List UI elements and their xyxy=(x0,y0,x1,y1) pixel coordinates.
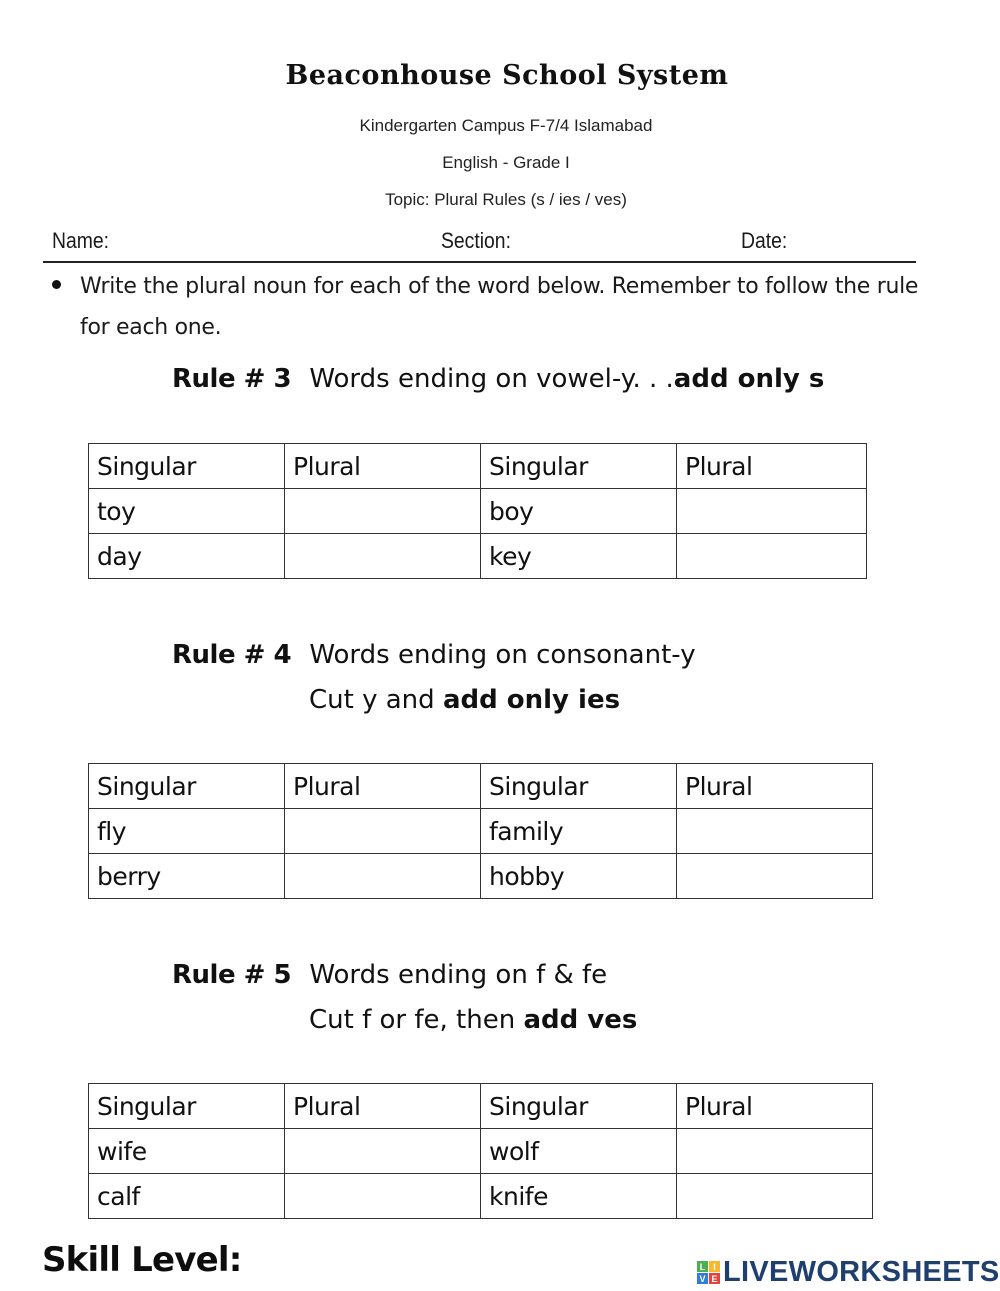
singular-word: boy xyxy=(480,488,677,534)
header-plural: Plural xyxy=(284,443,481,489)
plural-answer-field[interactable] xyxy=(284,1128,481,1174)
rule-text: Cut y and xyxy=(309,685,443,715)
header-singular: Singular xyxy=(88,763,285,809)
rule-3-table: Singular Plural Singular Plural toy boy … xyxy=(88,443,867,579)
header-plural: Plural xyxy=(284,1083,481,1129)
rule-number: Rule # 3 xyxy=(172,364,292,394)
table-row: wife wolf xyxy=(88,1128,873,1174)
rule-5-heading: Rule # 5 Words ending on f & fe xyxy=(172,960,607,990)
rule-emphasis: add only ies xyxy=(442,685,621,715)
singular-word: hobby xyxy=(480,853,677,899)
header-plural: Plural xyxy=(676,1083,873,1129)
logo-letter-i: I xyxy=(709,1261,720,1272)
rule-text: Cut f or fe, then xyxy=(309,1005,524,1035)
header-divider xyxy=(43,261,916,263)
singular-word: calf xyxy=(88,1173,285,1219)
logo-letter-l: L xyxy=(697,1261,708,1272)
liveworksheets-logo: L I V E LIVEWORKSHEETS xyxy=(697,1256,1000,1289)
plural-answer-field[interactable] xyxy=(284,808,481,854)
rule-text: Words ending on f & fe xyxy=(309,960,608,990)
rule-text: Words ending on consonant-y xyxy=(309,640,696,670)
singular-word: wife xyxy=(88,1128,285,1174)
table-row: day key xyxy=(88,533,867,579)
rule-5-table: Singular Plural Singular Plural wife wol… xyxy=(88,1083,873,1219)
header-singular: Singular xyxy=(480,1083,677,1129)
plural-answer-field[interactable] xyxy=(284,533,481,579)
plural-answer-field[interactable] xyxy=(284,488,481,534)
topic-line: Topic: Plural Rules (s / ies / ves) xyxy=(385,190,627,209)
plural-answer-field[interactable] xyxy=(676,533,867,579)
plural-answer-field[interactable] xyxy=(676,488,867,534)
table-header-row: Singular Plural Singular Plural xyxy=(88,763,873,809)
singular-word: day xyxy=(88,533,285,579)
bullet-icon xyxy=(52,280,61,289)
singular-word: toy xyxy=(88,488,285,534)
rule-5-subline: Cut f or fe, then add ves xyxy=(309,1005,637,1035)
live-blocks-icon: L I V E xyxy=(697,1261,720,1284)
table-row: calf knife xyxy=(88,1173,873,1219)
table-row: berry hobby xyxy=(88,853,873,899)
rule-number: Rule # 4 xyxy=(172,640,292,670)
section-label: Section: xyxy=(441,228,511,253)
header-singular: Singular xyxy=(88,1083,285,1129)
singular-word: wolf xyxy=(480,1128,677,1174)
plural-answer-field[interactable] xyxy=(284,1173,481,1219)
brand-name: LIVEWORKSHEETS xyxy=(723,1256,1000,1288)
singular-word: key xyxy=(480,533,677,579)
table-row: fly family xyxy=(88,808,873,854)
subject-line: English - Grade I xyxy=(442,153,570,172)
header-singular: Singular xyxy=(88,443,285,489)
header-plural: Plural xyxy=(284,763,481,809)
header-singular: Singular xyxy=(480,443,677,489)
rule-4-table: Singular Plural Singular Plural fly fami… xyxy=(88,763,873,899)
header-plural: Plural xyxy=(676,443,867,489)
rule-4-subline: Cut y and add only ies xyxy=(309,685,620,715)
logo-letter-v: V xyxy=(697,1273,708,1284)
singular-word: fly xyxy=(88,808,285,854)
singular-word: family xyxy=(480,808,677,854)
table-header-row: Singular Plural Singular Plural xyxy=(88,1083,873,1129)
rule-3-heading: Rule # 3 Words ending on vowel-y. . .add… xyxy=(172,364,824,394)
campus-line: Kindergarten Campus F-7/4 Islamabad xyxy=(359,116,653,135)
rule-emphasis: add only s xyxy=(673,364,825,394)
plural-answer-field[interactable] xyxy=(676,1128,873,1174)
header-plural: Plural xyxy=(676,763,873,809)
skill-level-label: Skill Level: xyxy=(42,1240,242,1280)
header-singular: Singular xyxy=(480,763,677,809)
table-row: toy boy xyxy=(88,488,867,534)
instructions: Write the plural noun for each of the wo… xyxy=(80,274,919,340)
singular-word: berry xyxy=(88,853,285,899)
name-label: Name: xyxy=(52,228,110,253)
plural-answer-field[interactable] xyxy=(676,808,873,854)
school-title: Beaconhouse School System xyxy=(285,60,729,91)
plural-answer-field[interactable] xyxy=(284,853,481,899)
singular-word: knife xyxy=(480,1173,677,1219)
rule-number: Rule # 5 xyxy=(172,960,292,990)
rule-emphasis: add ves xyxy=(523,1005,638,1035)
plural-answer-field[interactable] xyxy=(676,1173,873,1219)
date-label: Date: xyxy=(741,228,788,253)
logo-letter-e: E xyxy=(709,1273,720,1284)
plural-answer-field[interactable] xyxy=(676,853,873,899)
table-header-row: Singular Plural Singular Plural xyxy=(88,443,867,489)
rule-4-heading: Rule # 4 Words ending on consonant-y xyxy=(172,640,696,670)
rule-text: Words ending on vowel-y. . . xyxy=(309,364,674,394)
